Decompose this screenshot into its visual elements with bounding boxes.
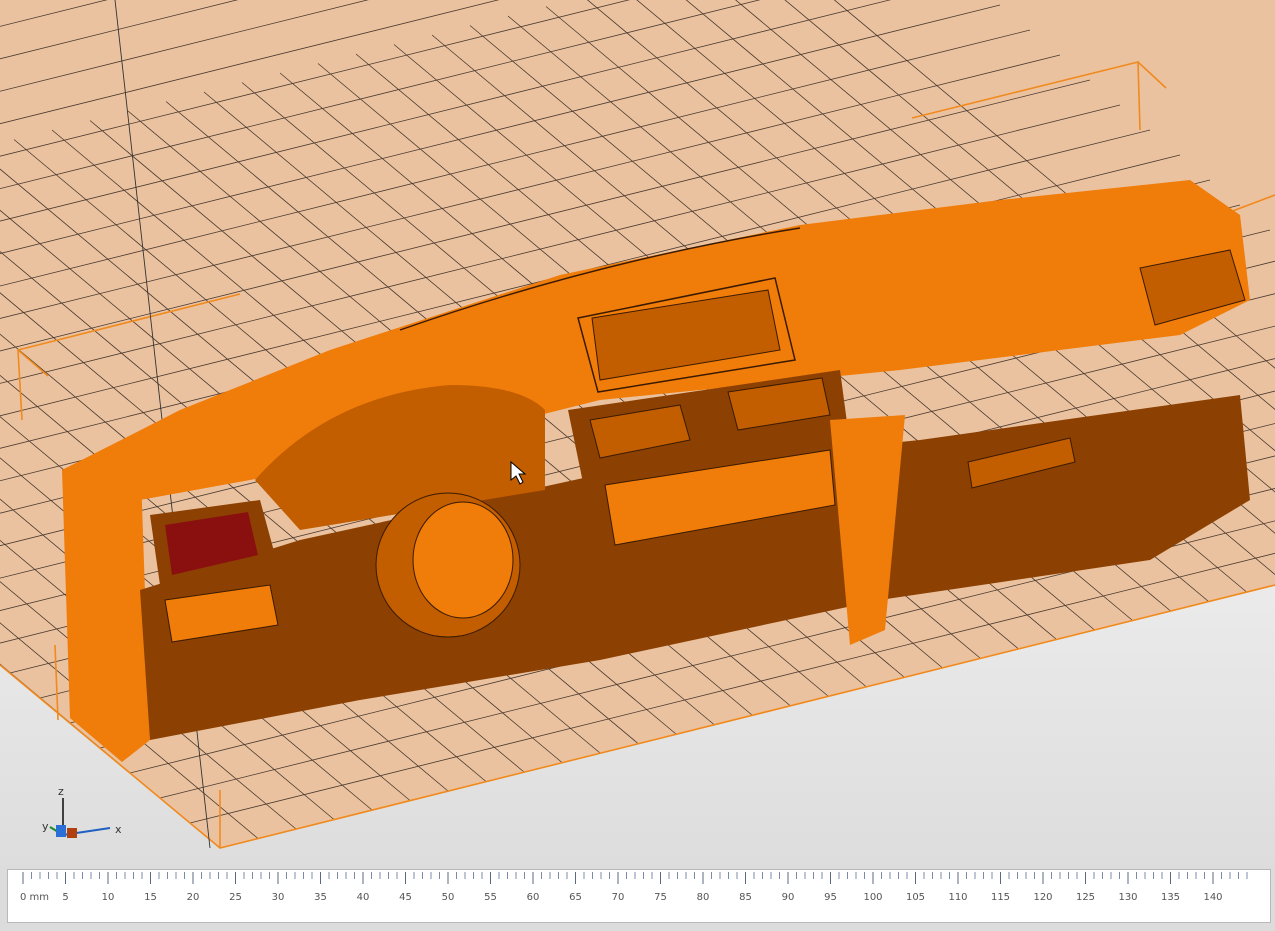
ruler-label: 130 [1118, 892, 1137, 903]
ruler-label: 50 [442, 892, 455, 903]
ruler-label: 115 [991, 892, 1010, 903]
ruler-label: 30 [272, 892, 285, 903]
steering-hub [412, 501, 514, 619]
ruler-bar: 0 mm 5 10 15 20 25 30 35 40 45 50 55 60 65 70 75 80 85 90… [0, 865, 1275, 931]
ruler-label: 55 [484, 892, 497, 903]
ruler-label: 25 [229, 892, 242, 903]
ruler-label: 120 [1033, 892, 1052, 903]
ruler-label: 90 [782, 892, 795, 903]
ruler-label: 105 [906, 892, 925, 903]
ruler-label: 110 [948, 892, 967, 903]
ruler-unit-label: 0 mm [20, 892, 49, 903]
scene-canvas[interactable]: z y x [0, 0, 1275, 865]
ruler-label: 65 [569, 892, 582, 903]
3d-viewport[interactable]: z y x [0, 0, 1275, 865]
ruler-label: 35 [314, 892, 327, 903]
ruler-label: 45 [399, 892, 412, 903]
ruler-label: 70 [612, 892, 625, 903]
ruler-label: 125 [1076, 892, 1095, 903]
ruler-labels: 5 10 15 20 25 30 35 40 45 50 55 60 65 70 75 80 85 90 95 100… [62, 892, 1222, 903]
ruler-label: 95 [824, 892, 837, 903]
ruler-label: 20 [187, 892, 200, 903]
mm-ruler: 0 mm 5 10 15 20 25 30 35 40 45 50 55 60 65 70 75 80 85 90… [7, 869, 1271, 923]
axis-x-label: x [115, 823, 122, 836]
ruler-label: 10 [102, 892, 115, 903]
axis-y-label: y [42, 820, 49, 833]
ruler-label: 135 [1161, 892, 1180, 903]
ruler-label: 40 [357, 892, 370, 903]
ruler-label: 85 [739, 892, 752, 903]
axis-z-label: z [58, 785, 64, 798]
ruler-label: 140 [1203, 892, 1222, 903]
axis-gizmo: z y x [42, 785, 122, 838]
ruler-label: 100 [863, 892, 882, 903]
ruler-label: 80 [697, 892, 710, 903]
ruler-label: 5 [62, 892, 68, 903]
ruler-label: 75 [654, 892, 667, 903]
ruler-label: 60 [527, 892, 540, 903]
ruler-ticks [22, 872, 1248, 884]
ruler-label: 15 [144, 892, 157, 903]
